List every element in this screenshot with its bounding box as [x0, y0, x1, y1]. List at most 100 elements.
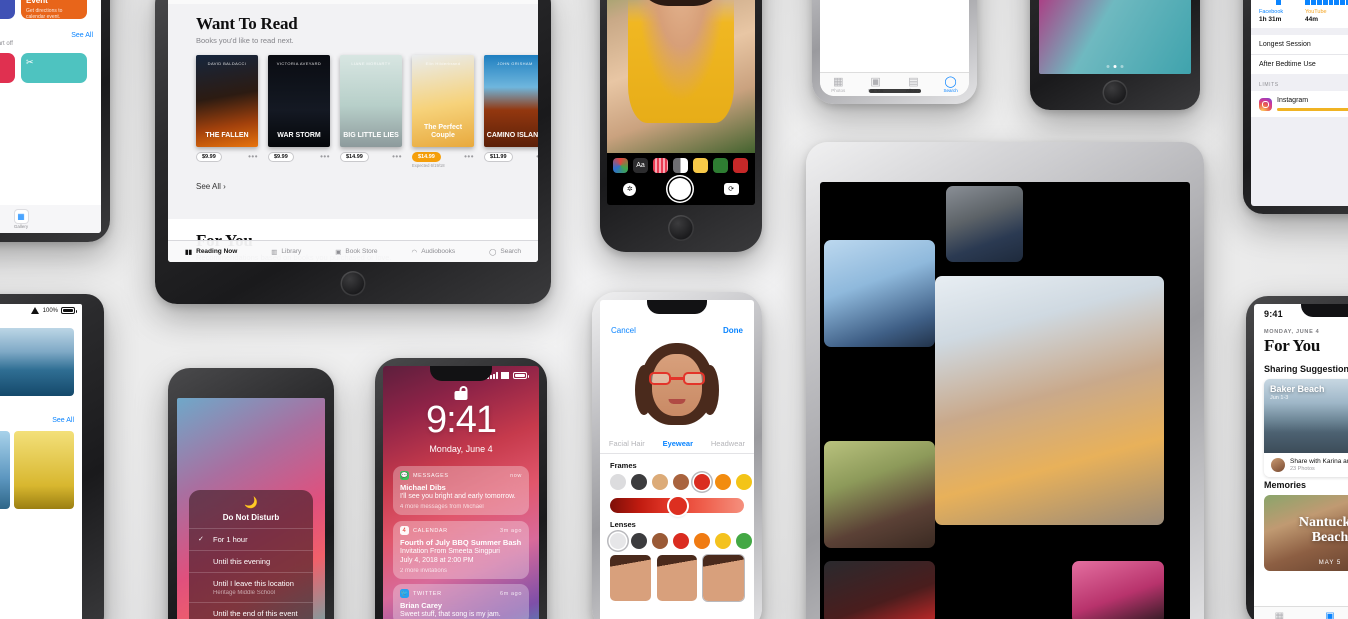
photos-suggestion-card[interactable]: Baker Beach Jun 1-3 Share with Karina an… — [1264, 379, 1348, 477]
device-iphone-lockscreen: 9:41 Monday, June 4 💬 MESSAGES now Michael … — [375, 358, 547, 619]
memoji-thumb-2[interactable] — [656, 555, 698, 601]
book-item[interactable]: Elin Hilderbrand The Perfect Couple $14.99… — [412, 55, 474, 168]
memoji-icon[interactable] — [713, 158, 728, 173]
shortcuts-see-all-2[interactable]: See All — [71, 32, 93, 39]
memoji-frame-swatch[interactable] — [694, 474, 710, 490]
ipad-left-photo-card[interactable] — [0, 328, 74, 396]
memoji-lens-swatch[interactable] — [694, 533, 710, 549]
flip-camera-icon[interactable]: ⟳ — [723, 183, 739, 195]
dnd-option[interactable]: Until I leave this location Heritage Midd… — [189, 572, 313, 602]
shortcut-tile-blue[interactable]: t will take for you. — [0, 0, 15, 19]
home-button[interactable] — [668, 215, 694, 241]
memoji2-icon[interactable] — [733, 158, 748, 173]
shapes2-icon[interactable] — [673, 158, 688, 173]
books-tab-search[interactable]: ◯ Search — [489, 248, 521, 256]
emoji-icon[interactable] — [693, 158, 708, 173]
text-effect-button[interactable]: Aa — [633, 158, 648, 173]
notification[interactable]: 4 CALENDAR 3m ago Fourth of July BBQ Summer… — [393, 521, 529, 579]
books-tab-label: Library — [281, 248, 302, 255]
books-see-all[interactable]: See All › — [196, 182, 510, 191]
more-icon[interactable]: ••• — [320, 153, 330, 161]
memoji-slider-knob[interactable] — [668, 496, 687, 515]
done-button[interactable]: Done — [723, 326, 743, 335]
memoji-lens-swatch[interactable] — [610, 533, 626, 549]
notification-time: now — [510, 472, 522, 479]
book-item[interactable]: JOHN GRISHAM CAMINO ISLAND $11.99 ••• — [484, 55, 538, 168]
home-button[interactable] — [340, 271, 366, 296]
facetime-participant-tile[interactable] — [823, 440, 935, 548]
book-price[interactable]: $14.99 — [340, 152, 369, 162]
shortcut-tile-red[interactable] — [0, 53, 15, 83]
photos-icon[interactable]: ▦ — [1275, 611, 1284, 619]
books-tab-book-store[interactable]: ▣ Book Store — [335, 248, 377, 256]
notification[interactable]: 🐦 TWITTER 6m ago Brian Carey Sweet stuff, th… — [393, 584, 529, 619]
memoji-frames-slider[interactable] — [610, 496, 744, 515]
memoji-frame-swatch[interactable] — [631, 474, 647, 490]
more-icon[interactable]: ••• — [248, 153, 258, 161]
memoji-lens-swatch[interactable] — [652, 533, 668, 549]
memoji-tab-headwear[interactable]: Headwear — [711, 439, 745, 448]
book-price[interactable]: $9.99 — [268, 152, 294, 162]
facetime-participant-tile[interactable] — [823, 561, 935, 619]
photos-memory-card[interactable]: NantucketBeach MAY 5 — [1264, 495, 1348, 571]
memoji-thumb-3[interactable] — [703, 555, 745, 601]
memoji-lens-swatch[interactable] — [736, 533, 752, 549]
dnd-option[interactable]: Until the end of this event9:00 - 11:00 … — [189, 602, 313, 619]
effects-icon[interactable]: ✲ — [623, 182, 637, 196]
book-title: CAMINO ISLAND — [486, 131, 538, 139]
memoji-frame-swatch[interactable] — [673, 474, 689, 490]
book-price[interactable]: $14.99 — [412, 152, 441, 162]
ipad-left-see-all[interactable]: See All — [0, 408, 82, 424]
memoji-lens-swatch[interactable] — [715, 533, 731, 549]
shortcut-tile-directions[interactable]: ★ Directions to Event Get directions to … — [21, 0, 87, 19]
memoji-frame-swatch[interactable] — [610, 474, 626, 490]
memoji-frame-swatch[interactable] — [736, 474, 752, 490]
screentime-row[interactable]: Longest Session — [1251, 35, 1348, 55]
gallery-icon[interactable]: ▦ — [14, 209, 28, 223]
facetime-participant-tile[interactable] — [945, 186, 1024, 263]
ipad-left-grid-item-1[interactable]: U — [0, 431, 10, 509]
screentime-limited-app-row[interactable]: Instagram — [1251, 91, 1348, 117]
memoji-lens-swatch[interactable] — [631, 533, 647, 549]
foryou-icon[interactable]: ▣ — [1325, 611, 1334, 619]
book-price[interactable]: $9.99 — [196, 152, 222, 162]
dnd-option[interactable]: Until this evening — [189, 550, 313, 572]
memory-tab-photos[interactable]: ▦ Photos — [831, 76, 845, 93]
facetime-participant-tile[interactable] — [1071, 561, 1165, 619]
memoji-thumb-1[interactable] — [610, 555, 651, 601]
memoji-tab-facial-hair[interactable]: Facial Hair — [609, 439, 645, 448]
books-tab-audiobooks[interactable]: ◠ Audiobooks — [412, 248, 456, 256]
memoji-preview[interactable] — [600, 335, 754, 433]
shortcut-tile-directions-title: Directions to Event — [26, 0, 48, 6]
avatar — [1271, 458, 1285, 472]
memoji-frame-swatch[interactable] — [715, 474, 731, 490]
memoji-lens-swatch[interactable] — [673, 533, 689, 549]
chart-legend-value: 44m — [1305, 16, 1319, 23]
home-button[interactable] — [1102, 80, 1128, 105]
books-tab-library[interactable]: ▥ Library — [271, 248, 301, 256]
facetime-active-speaker-tile[interactable] — [934, 275, 1165, 526]
shapes-icon[interactable] — [653, 158, 668, 173]
screentime-row[interactable]: After Bedtime Use — [1251, 55, 1348, 74]
memoji-tab-eyewear[interactable]: Eyewear — [663, 439, 693, 448]
memoji-frame-swatch[interactable] — [652, 474, 668, 490]
shutter-button[interactable] — [668, 178, 691, 200]
more-icon[interactable]: ••• — [464, 153, 474, 161]
more-icon[interactable]: ••• — [392, 153, 402, 161]
book-item[interactable]: VICTORIA AVEYARD WAR STORM $9.99 ••• — [268, 55, 330, 168]
battery-icon — [61, 307, 77, 314]
filters-icon[interactable] — [613, 158, 628, 173]
book-price[interactable]: $11.99 — [484, 152, 513, 162]
ipad-left-grid-item-2[interactable] — [14, 431, 74, 509]
book-item[interactable]: DAVID BALDACCI THE FALLEN $9.99 ••• — [196, 55, 258, 168]
books-section-title: Want To Read — [196, 14, 298, 33]
dnd-option[interactable]: ✓ For 1 hour — [189, 528, 313, 550]
facetime-participant-tile[interactable] — [823, 239, 935, 347]
more-icon[interactable]: ••• — [536, 153, 538, 161]
shortcut-tile-teal[interactable]: ✂ — [21, 53, 87, 83]
cancel-button[interactable]: Cancel — [611, 326, 636, 335]
notification[interactable]: 💬 MESSAGES now Michael Dibs I'll see you bri… — [393, 466, 529, 515]
memory-tab-search[interactable]: ◯ Search — [943, 76, 957, 93]
books-tab-reading-now[interactable]: ▮▮ Reading Now — [185, 248, 237, 256]
book-item[interactable]: LIANE MORIARTY BIG LITTLE LIES $14.99 ••• — [340, 55, 402, 168]
